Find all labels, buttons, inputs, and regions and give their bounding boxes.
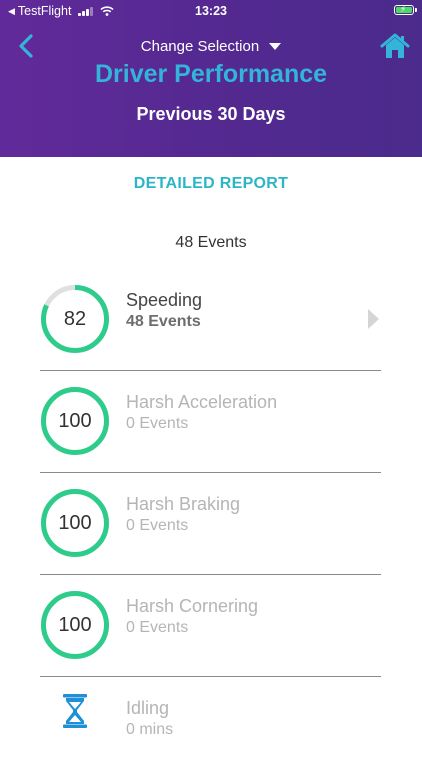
score-value: 100	[58, 512, 92, 534]
category-events: 48 Events	[126, 313, 201, 330]
category-name: Harsh Braking	[126, 494, 241, 514]
score-ring: 100	[40, 488, 110, 558]
hourglass-icon	[63, 694, 87, 728]
total-events: 48 Events	[175, 234, 247, 251]
category-name: Idling	[126, 698, 170, 718]
list-item-idling[interactable]: Idling 0 mins	[40, 677, 381, 779]
score-ring: 100	[40, 386, 110, 456]
score-ring: 100	[40, 590, 110, 660]
app-header: ◀ TestFlight 13:23 ⚡ Change Selection Dr…	[0, 0, 422, 157]
battery-icon: ⚡	[394, 4, 417, 15]
status-bar: ◀ TestFlight 13:23 ⚡	[0, 0, 422, 22]
status-time: 13:23	[195, 4, 227, 18]
change-selection-dropdown[interactable]: Change Selection	[0, 38, 422, 55]
detailed-report-button[interactable]: DETAILED REPORT	[0, 175, 422, 193]
category-events: 0 Events	[126, 517, 189, 534]
category-events: 0 Events	[126, 619, 189, 636]
score-ring: 82	[40, 284, 110, 354]
page-title: Driver Performance	[94, 60, 328, 88]
chevron-right-icon	[368, 309, 379, 329]
chevron-down-icon	[269, 42, 282, 50]
home-icon[interactable]	[380, 32, 410, 60]
category-name: Harsh Cornering	[126, 596, 259, 616]
list-item-harsh-acceleration[interactable]: 100 Harsh Acceleration 0 Events	[40, 371, 381, 473]
score-value: 100	[58, 410, 92, 432]
score-value: 100	[58, 614, 92, 636]
category-events: 0 mins	[126, 721, 174, 738]
category-events: 0 Events	[126, 415, 189, 432]
list-item-harsh-cornering[interactable]: 100 Harsh Cornering 0 Events	[40, 575, 381, 677]
list-item-speeding[interactable]: 82 Speeding 48 Events	[40, 269, 381, 371]
score-value: 82	[63, 308, 87, 330]
period-label: Previous 30 Days	[136, 104, 286, 124]
list-item-harsh-braking[interactable]: 100 Harsh Braking 0 Events	[40, 473, 381, 575]
change-selection-label: Change Selection	[140, 38, 260, 55]
category-name: Speeding	[126, 290, 203, 310]
category-name: Harsh Acceleration	[126, 392, 278, 412]
